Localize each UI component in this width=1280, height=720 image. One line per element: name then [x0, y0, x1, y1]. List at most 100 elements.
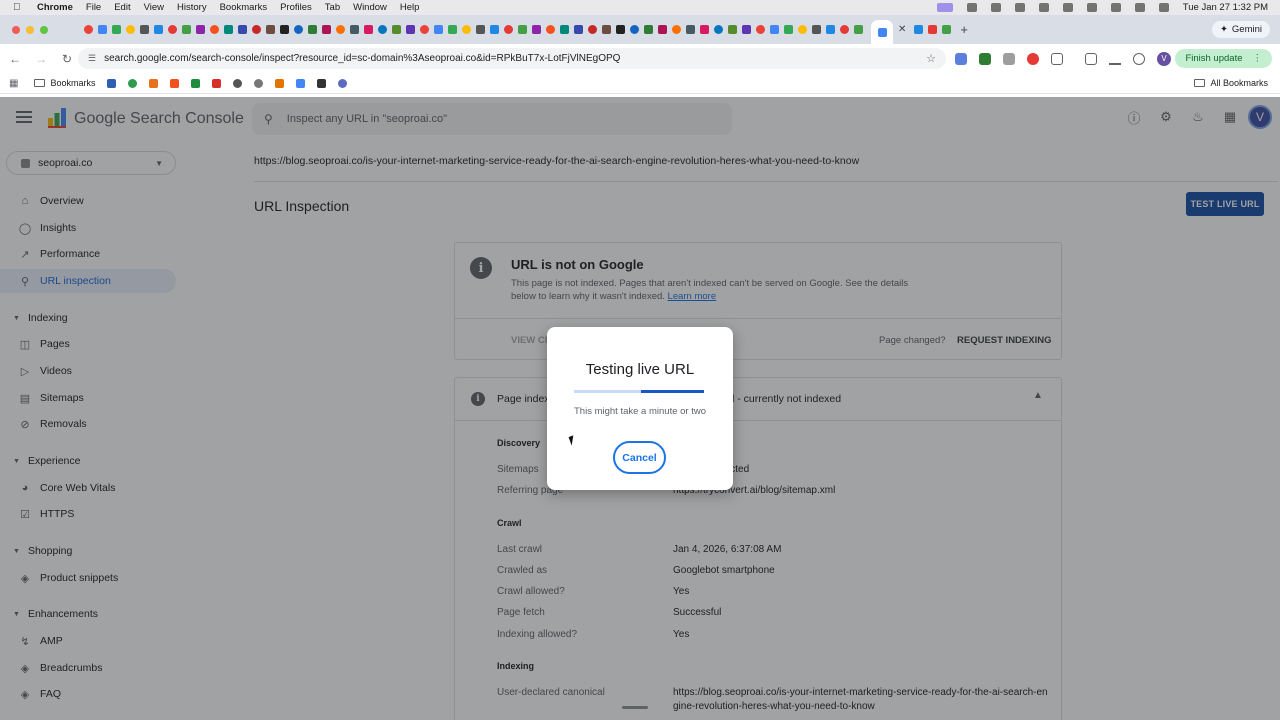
tab-favicon[interactable]	[294, 25, 303, 34]
bookmark-favicon[interactable]	[191, 78, 201, 88]
minimize-window-button[interactable]	[26, 25, 34, 34]
bookmark-favicon[interactable]	[170, 78, 180, 88]
forward-icon[interactable]: →	[30, 52, 52, 66]
tab-favicon[interactable]	[336, 25, 345, 34]
scroll-indicator[interactable]	[622, 706, 648, 709]
tab-favicon[interactable]	[928, 25, 938, 34]
menu-window[interactable]: Window	[353, 2, 387, 13]
bookmark-favicon[interactable]	[317, 78, 327, 88]
reload-icon[interactable]: ↻	[56, 52, 78, 66]
bookmark-star-icon[interactable]: ☆	[926, 52, 936, 65]
bookmark-favicon[interactable]	[254, 78, 264, 88]
bookmark-favicon[interactable]	[275, 78, 285, 88]
bookmark-favicon[interactable]	[233, 78, 243, 88]
camera-icon[interactable]	[1003, 52, 1015, 65]
screen-record-icon[interactable]	[936, 3, 953, 12]
menu-tab[interactable]: Tab	[325, 2, 340, 13]
tab-favicon[interactable]	[434, 25, 443, 34]
tab-favicon[interactable]	[84, 25, 93, 34]
tab-favicon[interactable]	[168, 25, 177, 34]
tab-favicon[interactable]	[658, 25, 667, 34]
tab-favicon[interactable]	[756, 25, 765, 34]
battery-icon[interactable]	[1086, 3, 1097, 12]
tab-favicon[interactable]	[574, 25, 583, 34]
menu-view[interactable]: View	[144, 2, 164, 13]
tab-favicon[interactable]	[196, 25, 205, 34]
sync-icon[interactable]	[1133, 52, 1145, 65]
extension-icon[interactable]	[955, 52, 967, 65]
gemini-button[interactable]: ✦ Gemini	[1211, 21, 1270, 38]
tab-favicon[interactable]	[140, 25, 149, 34]
tab-favicon[interactable]	[364, 25, 373, 34]
tab-favicon[interactable]	[504, 25, 513, 34]
wifi-icon[interactable]	[1110, 3, 1121, 12]
tray-app-icon[interactable]	[1038, 3, 1049, 12]
side-panel-icon[interactable]	[1085, 52, 1097, 65]
tab-favicon[interactable]	[182, 25, 191, 34]
bookmark-favicon[interactable]	[212, 78, 222, 88]
tab-favicon[interactable]	[840, 25, 849, 34]
tab-favicon[interactable]	[798, 25, 807, 34]
tab-favicon[interactable]	[378, 25, 387, 34]
bookmark-favicon[interactable]	[107, 78, 117, 88]
tab-favicon[interactable]	[942, 25, 952, 34]
site-info-icon[interactable]: ☰	[88, 53, 96, 64]
tab-favicon[interactable]	[210, 25, 219, 34]
tab-favicon[interactable]	[462, 25, 471, 34]
tab-favicon[interactable]	[588, 25, 597, 34]
bookmark-favicon[interactable]	[128, 78, 138, 88]
extension-icon[interactable]	[979, 52, 991, 65]
tab-favicon[interactable]	[784, 25, 793, 34]
bookmark-favicon[interactable]	[149, 78, 159, 88]
profile-avatar[interactable]: V	[1157, 51, 1171, 66]
tab-favicon[interactable]	[826, 25, 835, 34]
tab-active[interactable]	[871, 20, 893, 44]
all-bookmarks-button[interactable]: All Bookmarks	[1194, 78, 1268, 88]
tab-favicon[interactable]	[518, 25, 527, 34]
menu-profiles[interactable]: Profiles	[280, 2, 312, 13]
tab-favicon[interactable]	[686, 25, 695, 34]
tab-favicon[interactable]	[392, 25, 401, 34]
menu-help[interactable]: Help	[400, 2, 420, 13]
tab-favicon[interactable]	[854, 25, 863, 34]
close-window-button[interactable]	[12, 25, 20, 34]
tab-favicon[interactable]	[914, 25, 924, 34]
menu-history[interactable]: History	[177, 2, 207, 13]
tab-favicon[interactable]	[280, 25, 289, 34]
tab-favicon[interactable]	[532, 25, 541, 34]
finish-update-button[interactable]: Finish update ⋮	[1175, 49, 1272, 68]
cancel-button[interactable]: Cancel	[613, 441, 666, 474]
zoom-window-button[interactable]	[40, 25, 48, 34]
new-tab-icon[interactable]: +	[960, 22, 968, 37]
tab-favicon[interactable]	[560, 25, 569, 34]
apple-icon[interactable]: 	[13, 2, 27, 13]
tab-favicon[interactable]	[546, 25, 555, 34]
spotlight-icon[interactable]	[1134, 3, 1145, 12]
control-center-icon[interactable]	[1158, 3, 1169, 12]
tab-favicon[interactable]	[308, 25, 317, 34]
tab-favicon[interactable]	[238, 25, 247, 34]
tab-favicon[interactable]	[154, 25, 163, 34]
menu-app[interactable]: Chrome	[37, 2, 73, 13]
tab-favicon[interactable]	[322, 25, 331, 34]
tab-favicon[interactable]	[448, 25, 457, 34]
tab-favicon[interactable]	[728, 25, 737, 34]
tab-favicon[interactable]	[742, 25, 751, 34]
bookmarks-folder[interactable]: Bookmarks	[34, 78, 95, 88]
tab-favicon[interactable]	[630, 25, 639, 34]
tab-favicon[interactable]	[602, 25, 611, 34]
tab-favicon[interactable]	[98, 25, 107, 34]
tab-favicon[interactable]	[420, 25, 429, 34]
tray-app-icon[interactable]	[1014, 3, 1025, 12]
bookmark-favicon[interactable]	[296, 78, 306, 88]
address-bar[interactable]: ☰ search.google.com/search-console/inspe…	[78, 48, 946, 69]
tab-favicon[interactable]	[350, 25, 359, 34]
tab-favicon[interactable]	[644, 25, 653, 34]
menubar-clock[interactable]: Tue Jan 27 1:32 PM	[1183, 2, 1268, 13]
tab-favicon[interactable]	[406, 25, 415, 34]
back-icon[interactable]: ←	[4, 52, 26, 66]
menu-edit[interactable]: Edit	[114, 2, 130, 13]
menu-bookmarks[interactable]: Bookmarks	[220, 2, 268, 13]
tab-favicon[interactable]	[112, 25, 121, 34]
tab-favicon[interactable]	[126, 25, 135, 34]
